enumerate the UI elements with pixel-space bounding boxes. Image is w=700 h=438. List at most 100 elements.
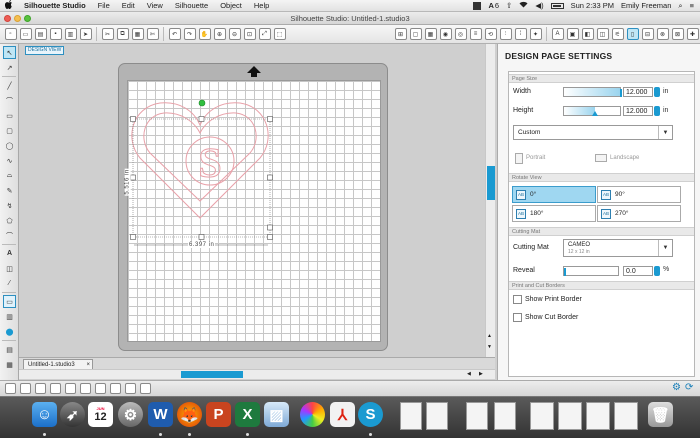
document-tab[interactable]: Untitled-1.studio3 × — [23, 359, 93, 369]
offset-tool-icon[interactable] — [140, 383, 151, 394]
horizontal-scroll-thumb[interactable] — [181, 371, 243, 378]
refresh-icon[interactable]: ⟳ — [685, 382, 693, 393]
send-backward-icon[interactable] — [110, 383, 121, 394]
photos-icon[interactable] — [300, 402, 325, 427]
scroll-left-arrow-icon[interactable]: ◀ — [467, 371, 471, 377]
new-document-icon[interactable]: ▫ — [4, 28, 17, 40]
scroll-right-arrow-icon[interactable]: ▶ — [479, 371, 483, 377]
reveal-field[interactable]: 0.0 — [623, 266, 653, 276]
upload-icon[interactable]: ⇧ — [506, 1, 512, 10]
rotate-270-button[interactable]: AB 270° — [597, 205, 681, 222]
menu-silhouette[interactable]: Silhouette — [169, 1, 214, 10]
delete-icon[interactable] — [65, 383, 76, 394]
page-size-dropdown[interactable]: Custom ▼ — [513, 125, 673, 140]
menu-object[interactable]: Object — [214, 1, 248, 10]
text-style-icon[interactable]: A — [551, 28, 564, 40]
object-list-icon[interactable]: ▦ — [3, 358, 16, 371]
knife-tool-icon[interactable]: ⁄ — [3, 277, 16, 290]
dock-document-thumb-2[interactable] — [426, 402, 448, 430]
zoom-in-icon[interactable]: ⊕ — [213, 28, 226, 40]
trash-icon[interactable]: 🗑 — [648, 402, 673, 427]
make-compound-path-icon[interactable] — [35, 383, 46, 394]
dock-document-thumb-6[interactable] — [558, 402, 582, 430]
regular-polygon-tool-icon[interactable]: ⬠ — [3, 214, 16, 227]
text-tool-icon[interactable]: A — [3, 247, 16, 260]
open-library-icon[interactable]: ▤ — [34, 28, 47, 40]
show-print-border-checkbox[interactable] — [513, 295, 522, 304]
menu-app[interactable]: Silhouette Studio — [18, 1, 92, 10]
powerpoint-icon[interactable]: P — [206, 402, 231, 427]
line-style-icon[interactable]: ≡ — [469, 28, 482, 40]
adobe-icon[interactable] — [473, 1, 482, 10]
reveal-slider[interactable] — [563, 266, 619, 276]
silhouette-studio-icon[interactable]: S — [358, 402, 383, 427]
design-page-settings-icon[interactable]: ▯ — [626, 28, 639, 40]
align-icon[interactable]: ⫶ — [499, 28, 512, 40]
open-icon[interactable]: ▭ — [19, 28, 32, 40]
selected-design[interactable]: S — [128, 81, 382, 343]
search-icon[interactable]: ⌕ — [678, 1, 682, 11]
reveal-stepper[interactable] — [654, 266, 660, 276]
acrobat-icon[interactable]: ⅄ — [330, 402, 355, 427]
volume-icon[interactable]: ◀) — [535, 1, 543, 10]
scroll-up-arrow-icon[interactable]: ▲ — [487, 333, 492, 339]
rotate-90-button[interactable]: AB 90° — [597, 186, 681, 203]
wifi-icon[interactable] — [519, 1, 528, 10]
zoom-window-button[interactable] — [24, 15, 31, 22]
clock[interactable]: Sun 2:33 PM — [571, 1, 614, 10]
reveal-slider-thumb[interactable] — [564, 268, 566, 276]
mat-grid[interactable]: S 6.397 in 5.516 in — [124, 80, 382, 343]
settings-gear-icon[interactable]: ⚙ — [672, 382, 681, 393]
select-tool-icon[interactable]: ↖ — [3, 46, 16, 59]
text-wrap-tool-icon[interactable]: ⌒ — [3, 229, 16, 242]
battery-badge[interactable]: A 6 — [488, 1, 499, 10]
height-slider-thumb[interactable] — [592, 111, 598, 116]
pan-hand-icon[interactable]: ✋ — [198, 28, 211, 40]
redo-icon[interactable]: ↷ — [183, 28, 196, 40]
paste-icon[interactable]: ▦ — [131, 28, 144, 40]
rotate-180-button[interactable]: AB 180° — [512, 205, 596, 222]
offset-icon[interactable]: ▣ — [566, 28, 579, 40]
menu-edit[interactable]: Edit — [116, 1, 141, 10]
height-slider[interactable] — [563, 106, 621, 116]
zoom-out-icon[interactable]: ⊖ — [228, 28, 241, 40]
page-settings-icon[interactable]: ▢ — [409, 28, 422, 40]
minimize-window-button[interactable] — [14, 15, 21, 22]
group-icon[interactable] — [5, 383, 16, 394]
ungroup-icon[interactable] — [20, 383, 31, 394]
cut-settings-icon[interactable]: ⚟ — [611, 28, 624, 40]
ellipse-tool-icon[interactable]: ◯ — [3, 139, 16, 152]
rotate-0-button[interactable]: AB 0° — [512, 186, 596, 203]
vertical-scrollbar[interactable]: ▲ ▼ — [485, 44, 495, 357]
calendar-icon[interactable]: JUN 12 — [88, 402, 113, 427]
transform-icon[interactable]: ⊞ — [394, 28, 407, 40]
list-icon[interactable]: ≡ — [690, 1, 694, 10]
cut-icon[interactable]: ✂ — [101, 28, 114, 40]
rotate-icon[interactable]: ⟲ — [484, 28, 497, 40]
undo-icon[interactable]: ↶ — [168, 28, 181, 40]
vertical-scroll-thumb[interactable] — [487, 166, 495, 200]
scissors-icon[interactable]: ✄ — [146, 28, 159, 40]
grid-settings-icon[interactable]: ▦ — [424, 28, 437, 40]
rectangle-tool-icon[interactable]: ▭ — [3, 109, 16, 122]
system-preferences-icon[interactable]: ⚙ — [118, 402, 143, 427]
registration-marks-icon[interactable]: ⊗ — [656, 28, 669, 40]
store-icon[interactable]: ✚ — [686, 28, 699, 40]
weld-icon[interactable] — [125, 383, 136, 394]
replicate-icon[interactable]: ⁞ — [514, 28, 527, 40]
curve-tool-icon[interactable]: ∿ — [3, 154, 16, 167]
finder-icon[interactable]: ☺ — [32, 402, 57, 427]
modify-icon[interactable]: ◧ — [581, 28, 594, 40]
horizontal-scrollbar[interactable]: ◀ ▶ — [19, 369, 495, 379]
zoom-drag-icon[interactable]: ⤢ — [258, 28, 271, 40]
firefox-icon[interactable]: 🦊 — [177, 402, 202, 427]
dock-document-thumb-5[interactable] — [530, 402, 554, 430]
height-field[interactable]: 12.000 — [623, 106, 653, 116]
battery-icon[interactable] — [550, 2, 564, 9]
design-canvas[interactable]: DESIGN VIEW S 6.397 in 5.516 in — [19, 44, 495, 357]
polygon-tool-icon[interactable]: ⌒ — [3, 94, 16, 107]
freehand-tool-icon[interactable]: ✎ — [3, 184, 16, 197]
duplicate-icon[interactable] — [80, 383, 91, 394]
arc-tool-icon[interactable]: ⌓ — [3, 169, 16, 182]
scroll-down-arrow-icon[interactable]: ▼ — [487, 344, 492, 350]
